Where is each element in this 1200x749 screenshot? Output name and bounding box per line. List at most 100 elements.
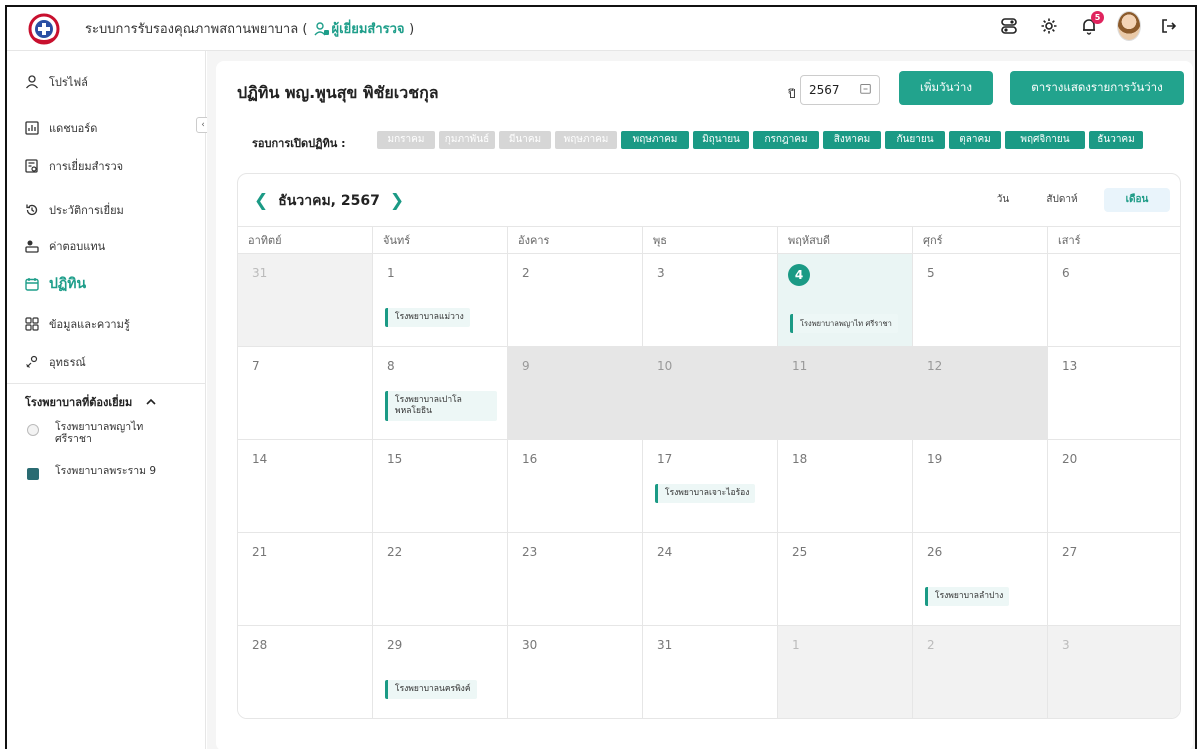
day-cell[interactable]: 2 [508, 254, 643, 347]
avatar[interactable] [1117, 11, 1141, 41]
day-cell[interactable]: 31 [238, 254, 373, 347]
day-number: 14 [252, 452, 268, 466]
hospital-name: โรงพยาบาลพญาไท ศรีราชา [55, 421, 144, 445]
day-cell[interactable]: 1 โรงพยาบาลแม่วาง [373, 254, 508, 347]
month-chip[interactable]: มีนาคม [499, 131, 551, 149]
sidebar-item-survey[interactable]: การเยี่ยมสำรวจ [25, 157, 123, 175]
day-number: 11 [792, 359, 808, 373]
day-cell[interactable]: 22 [373, 533, 508, 626]
day-cell[interactable]: 26 โรงพยาบาลลำปาง [913, 533, 1048, 626]
day-cell[interactable]: 10 [643, 347, 778, 440]
day-cell[interactable]: 30 [508, 626, 643, 718]
sidebar-item-payment[interactable]: ค่าตอบแทน [25, 237, 105, 255]
notification-badge: 5 [1091, 11, 1104, 24]
weekday-label: ศุกร์ [913, 227, 1048, 255]
day-cell[interactable]: 2 [913, 626, 1048, 718]
day-number: 31 [252, 266, 268, 280]
calendar-event[interactable]: โรงพยาบาลเจาะไอร้อง [655, 484, 756, 503]
day-cell[interactable]: 5 [913, 254, 1048, 347]
day-cell[interactable]: 20 [1048, 440, 1180, 533]
free-day-table-button[interactable]: ตารางแสดงรายการวันว่าง [1010, 71, 1184, 105]
day-cell[interactable]: 6 [1048, 254, 1180, 347]
month-chip[interactable]: ธันวาคม [1089, 131, 1143, 149]
month-chip[interactable]: พฤษภาคม [621, 131, 689, 149]
calendar-event[interactable]: โรงพยาบาลพญาไท ศรีราชา [790, 314, 898, 333]
today-marker: 4 [788, 264, 810, 286]
sidebar-item-profile[interactable]: โปรไฟล์ [25, 73, 88, 91]
month-navigation: ❮ ธันวาคม, 2567 ❯ [254, 190, 404, 212]
day-cell[interactable]: 17 โรงพยาบาลเจาะไอร้อง [643, 440, 778, 533]
day-cell[interactable]: 25 [778, 533, 913, 626]
month-chip[interactable]: สิงหาคม [823, 131, 881, 149]
day-cell[interactable]: 29 โรงพยาบาลนครพิงค์ [373, 626, 508, 718]
day-number: 2 [522, 266, 530, 280]
sidebar-item-dashboard[interactable]: แดชบอร์ด [25, 119, 97, 137]
sidebar-item-appeal[interactable]: อุทธรณ์ [25, 353, 86, 371]
sidebar: โปรไฟล์ แดชบอร์ด ‹ การเยี่ยมสำรวจ ประวัต… [7, 51, 210, 749]
year-picker[interactable]: 2567 [800, 75, 880, 105]
hospital-section-toggle[interactable]: โรงพยาบาลที่ต้องเยี่ยม [25, 393, 156, 411]
day-cell[interactable]: 31 [643, 626, 778, 718]
view-month-tab[interactable]: เดือน [1104, 188, 1170, 212]
gear-icon[interactable] [1037, 14, 1061, 38]
main-area: ปฏิทิน พญ.พูนสุข พิชัยเวชกุล ปี 2567 เพิ… [207, 51, 1195, 749]
sidebar-item-label: โปรไฟล์ [49, 76, 88, 89]
day-cell[interactable]: 3 [1048, 626, 1180, 718]
day-number: 15 [387, 452, 403, 466]
day-cell[interactable]: 7 [238, 347, 373, 440]
bell-icon[interactable]: 5 [1077, 11, 1104, 38]
switch-icon[interactable] [997, 14, 1021, 38]
day-cell[interactable]: 4 โรงพยาบาลพญาไท ศรีราชา [778, 254, 913, 347]
month-chip[interactable]: มกราคม [377, 131, 435, 149]
sidebar-hospital-phyathai[interactable]: โรงพยาบาลพญาไท ศรีราชา [27, 421, 155, 445]
day-cell[interactable]: 3 [643, 254, 778, 347]
day-cell[interactable]: 21 [238, 533, 373, 626]
sidebar-item-history[interactable]: ประวัติการเยี่ยม [25, 201, 124, 219]
user-role: ผู้เยี่ยมสำรวจ [312, 22, 410, 37]
calendar-event[interactable]: โรงพยาบาลแม่วาง [385, 308, 470, 327]
day-number: 17 [657, 452, 673, 466]
day-cell[interactable]: 19 [913, 440, 1048, 533]
calendar-event[interactable]: โรงพยาบาลนครพิงค์ [385, 680, 477, 699]
sidebar-item-label: ค่าตอบแทน [49, 240, 106, 253]
day-cell[interactable]: 11 [778, 347, 913, 440]
month-chip[interactable]: กุมภาพันธ์ [439, 131, 495, 149]
day-cell[interactable]: 16 [508, 440, 643, 533]
day-number: 1 [792, 638, 800, 652]
day-cell[interactable]: 1 [778, 626, 913, 718]
month-chip[interactable]: พฤษภาคม [555, 131, 617, 149]
day-cell[interactable]: 12 [913, 347, 1048, 440]
top-actions: 5 [997, 11, 1181, 41]
day-cell[interactable]: 18 [778, 440, 913, 533]
sidebar-hospital-rama9[interactable]: โรงพยาบาลพระราม 9 [27, 465, 156, 480]
day-cell[interactable]: 23 [508, 533, 643, 626]
weekday-label: อังคาร [508, 227, 643, 255]
logout-icon[interactable] [1157, 14, 1181, 38]
calendar-event[interactable]: โรงพยาบาลเปาโล พหลโยธิน [385, 391, 497, 421]
add-free-day-button[interactable]: เพิ่มวันว่าง [899, 71, 993, 105]
day-cell[interactable]: 9 [508, 347, 643, 440]
hospital-logo-icon [27, 468, 39, 480]
view-day-tab[interactable]: วัน [986, 188, 1020, 212]
day-cell[interactable]: 28 [238, 626, 373, 718]
month-chip[interactable]: กันยายน [885, 131, 945, 149]
month-chip[interactable]: มิถุนายน [693, 131, 749, 149]
hospital-logo-icon [27, 424, 39, 436]
day-cell[interactable]: 13 [1048, 347, 1180, 440]
calendar-event[interactable]: โรงพยาบาลลำปาง [925, 587, 1010, 606]
chevron-right-icon[interactable]: ❯ [390, 191, 404, 211]
day-cell[interactable]: 15 [373, 440, 508, 533]
day-number: 28 [252, 638, 268, 652]
sidebar-item-knowledge[interactable]: ข้อมูลและความรู้ [25, 315, 130, 333]
month-chip[interactable]: กรกฎาคม [753, 131, 819, 149]
sidebar-item-calendar[interactable]: ปฏิทิน [25, 273, 86, 295]
user-lock-icon [313, 21, 330, 40]
view-week-tab[interactable]: สัปดาห์ [1038, 188, 1086, 212]
day-cell[interactable]: 27 [1048, 533, 1180, 626]
day-cell[interactable]: 14 [238, 440, 373, 533]
chevron-left-icon[interactable]: ❮ [254, 191, 268, 211]
month-chip[interactable]: พฤศจิกายน [1005, 131, 1085, 149]
month-chip[interactable]: ตุลาคม [949, 131, 1001, 149]
day-cell[interactable]: 8 โรงพยาบาลเปาโล พหลโยธิน [373, 347, 508, 440]
day-cell[interactable]: 24 [643, 533, 778, 626]
